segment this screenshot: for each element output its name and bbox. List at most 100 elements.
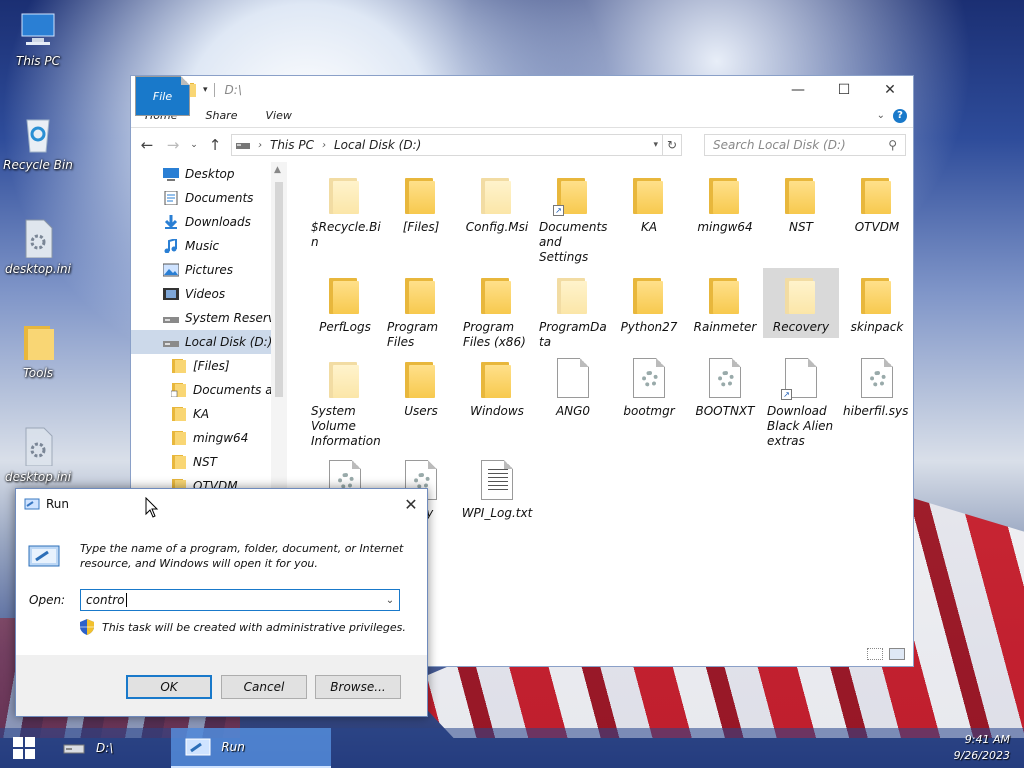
folder-icon bbox=[477, 174, 517, 216]
breadcrumb-current[interactable]: Local Disk (D:) bbox=[334, 138, 421, 152]
file-item[interactable]: hiberfil.sys bbox=[839, 352, 915, 419]
search-box[interactable]: Search Local Disk (D:) ⚲ bbox=[704, 134, 906, 156]
file-item[interactable]: bootmgr bbox=[611, 352, 687, 419]
clock-date: 9/26/2023 bbox=[953, 749, 1010, 762]
chevron-down-icon[interactable]: ▾ bbox=[653, 140, 658, 150]
folder-item[interactable]: mingw64 bbox=[687, 168, 763, 235]
sidebar-item[interactable]: Documents bbox=[131, 186, 286, 210]
admin-note-text: This task will be created with administr… bbox=[102, 620, 406, 634]
desktop-icon-desktop-ini-2[interactable]: desktop.ini bbox=[0, 426, 76, 484]
back-arrow-icon[interactable]: ← bbox=[137, 136, 157, 154]
tab-view[interactable]: View bbox=[251, 104, 305, 127]
folder-item[interactable]: KA bbox=[611, 168, 687, 235]
folder-item[interactable]: skinpack bbox=[839, 268, 915, 335]
file-item[interactable]: ANG0 bbox=[535, 352, 611, 419]
tab-file[interactable]: File bbox=[135, 76, 190, 116]
sidebar-item[interactable]: Videos bbox=[131, 282, 286, 306]
system-clock[interactable]: 9:41 AM 9/26/2023 bbox=[954, 732, 1024, 764]
run-title-bar[interactable]: Run ✕ bbox=[16, 489, 427, 519]
file-item[interactable]: WPI_Log.txt bbox=[459, 454, 535, 521]
file-item[interactable]: ↗ Download Black Alien extras bbox=[763, 352, 839, 449]
folder-icon bbox=[401, 358, 441, 400]
run-body: Type the name of a program, folder, docu… bbox=[16, 519, 427, 655]
item-label: System Volume Information bbox=[311, 404, 381, 448]
close-button[interactable]: ✕ bbox=[867, 76, 913, 104]
folder-item[interactable]: ↗ Documents and Settings bbox=[535, 168, 611, 265]
chevron-right-icon[interactable]: › bbox=[258, 140, 262, 151]
folder-item[interactable]: Python27 bbox=[611, 268, 687, 335]
folder-item[interactable]: Users bbox=[383, 352, 459, 419]
folder-item[interactable]: Config.Msi bbox=[459, 168, 535, 235]
folder-item[interactable]: Windows bbox=[459, 352, 535, 419]
folder-item[interactable]: Program Files (x86) bbox=[459, 268, 535, 350]
sidebar-item[interactable]: mingw64 bbox=[131, 426, 286, 450]
large-icons-view-icon[interactable] bbox=[889, 648, 905, 660]
sidebar-item[interactable]: Documents and bbox=[131, 378, 286, 402]
forward-arrow-icon[interactable]: → bbox=[163, 136, 183, 154]
folder-item[interactable]: NST bbox=[763, 168, 839, 235]
chevron-right-icon[interactable]: › bbox=[322, 140, 326, 151]
folder-item[interactable]: System Volume Information bbox=[307, 352, 383, 449]
explorer-title-bar[interactable]: ▾ D:\ — ☐ ✕ bbox=[131, 76, 913, 104]
folder-item[interactable]: ProgramDa ta bbox=[535, 268, 611, 350]
file-item[interactable]: BOOTNXT bbox=[687, 352, 763, 419]
refresh-button[interactable]: ↻ bbox=[662, 134, 682, 156]
desktop-icon-this-pc[interactable]: This PC bbox=[0, 10, 76, 68]
folder-item[interactable]: Rainmeter bbox=[687, 268, 763, 335]
help-icon[interactable]: ? bbox=[893, 108, 907, 123]
minimize-button[interactable]: — bbox=[775, 76, 821, 104]
chevron-down-icon[interactable]: ⌄ bbox=[381, 595, 399, 606]
desktop-icon-label: desktop.ini bbox=[5, 262, 71, 276]
tab-share[interactable]: Share bbox=[191, 104, 251, 127]
expand-ribbon-icon[interactable]: ⌄ bbox=[877, 110, 885, 121]
sidebar-item[interactable]: [Files] bbox=[131, 354, 286, 378]
sidebar-item[interactable]: NST bbox=[131, 450, 286, 474]
customize-toolbar-icon[interactable]: ▾ bbox=[203, 85, 208, 95]
desktop-icon bbox=[163, 167, 179, 181]
close-icon[interactable]: ✕ bbox=[395, 495, 427, 514]
folder-shortcut-icon: ↗ bbox=[553, 174, 593, 216]
folder-item[interactable]: OTVDM bbox=[839, 168, 915, 235]
admin-note: This task will be created with administr… bbox=[80, 619, 406, 635]
sidebar-item[interactable]: System Reserved bbox=[131, 306, 286, 330]
item-label: OTVDM bbox=[854, 220, 900, 234]
folder-item[interactable]: Recovery bbox=[763, 268, 839, 338]
folder-item[interactable]: [Files] bbox=[383, 168, 459, 235]
desktop-icon-label: Tools bbox=[22, 366, 54, 380]
item-label: bootmgr bbox=[623, 404, 675, 418]
folder-item[interactable]: Program Files bbox=[383, 268, 459, 350]
sidebar-item[interactable]: Pictures bbox=[131, 258, 286, 282]
sidebar-item[interactable]: KA bbox=[131, 402, 286, 426]
folder-item[interactable]: PerfLogs bbox=[307, 268, 383, 335]
open-input[interactable]: contro ⌄ bbox=[80, 589, 400, 611]
desktop-icon-tools[interactable]: Tools bbox=[0, 322, 76, 380]
browse-button[interactable]: Browse... bbox=[315, 675, 401, 699]
scroll-up-icon[interactable]: ▲ bbox=[274, 165, 281, 175]
start-button[interactable] bbox=[0, 728, 48, 768]
ok-button[interactable]: OK bbox=[126, 675, 212, 699]
sidebar-item-label: KA bbox=[193, 407, 210, 421]
scrollbar-thumb[interactable] bbox=[275, 182, 283, 397]
cancel-button[interactable]: Cancel bbox=[221, 675, 307, 699]
details-view-icon[interactable] bbox=[867, 648, 883, 660]
item-label: mingw64 bbox=[697, 220, 753, 234]
sidebar-item-label: Local Disk (D:) bbox=[185, 335, 273, 349]
documents-icon bbox=[163, 190, 179, 206]
run-dialog[interactable]: Run ✕ Type the name of a program, folder… bbox=[15, 488, 428, 717]
up-arrow-icon[interactable]: ↑ bbox=[205, 136, 225, 154]
desktop-icon-desktop-ini[interactable]: desktop.ini bbox=[0, 218, 76, 276]
sidebar-item[interactable]: Local Disk (D:) bbox=[131, 330, 286, 354]
sidebar-item[interactable]: Desktop bbox=[131, 162, 286, 186]
folder-icon bbox=[629, 274, 669, 316]
recent-locations-icon[interactable]: ⌄ bbox=[189, 140, 199, 150]
address-bar[interactable]: › This PC › Local Disk (D:) ▾ bbox=[231, 134, 663, 156]
taskbar-item-explorer[interactable]: D:\ bbox=[48, 728, 127, 768]
sidebar-item[interactable]: Downloads bbox=[131, 210, 286, 234]
sidebar-item[interactable]: Music bbox=[131, 234, 286, 258]
folder-item[interactable]: $Recycle.Bi n bbox=[307, 168, 383, 250]
breadcrumb-this-pc[interactable]: This PC bbox=[270, 138, 314, 152]
taskbar-item-run[interactable]: Run bbox=[171, 728, 332, 768]
desktop-icon-recycle-bin[interactable]: Recycle Bin bbox=[0, 114, 76, 172]
maximize-button[interactable]: ☐ bbox=[821, 76, 867, 104]
sidebar-item-label: Downloads bbox=[185, 215, 251, 229]
